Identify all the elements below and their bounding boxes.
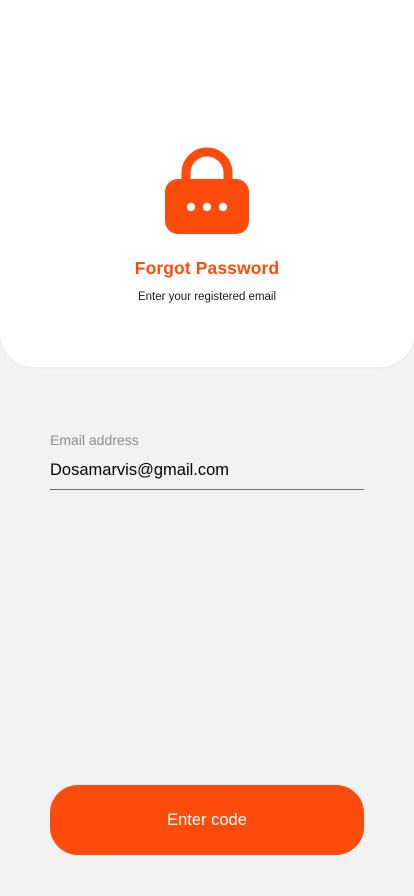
email-underline [50,489,364,490]
email-label: Email address [50,432,139,448]
forgot-password-screen: Forgot Password Enter your registered em… [0,0,414,896]
lock-icon [165,147,249,234]
page-title: Forgot Password [134,258,280,278]
enter-code-button[interactable]: Enter code [50,785,364,855]
header-card: Forgot Password Enter your registered em… [0,0,414,367]
email-field[interactable] [50,457,364,483]
page-subtitle: Enter your registered email [137,291,277,303]
